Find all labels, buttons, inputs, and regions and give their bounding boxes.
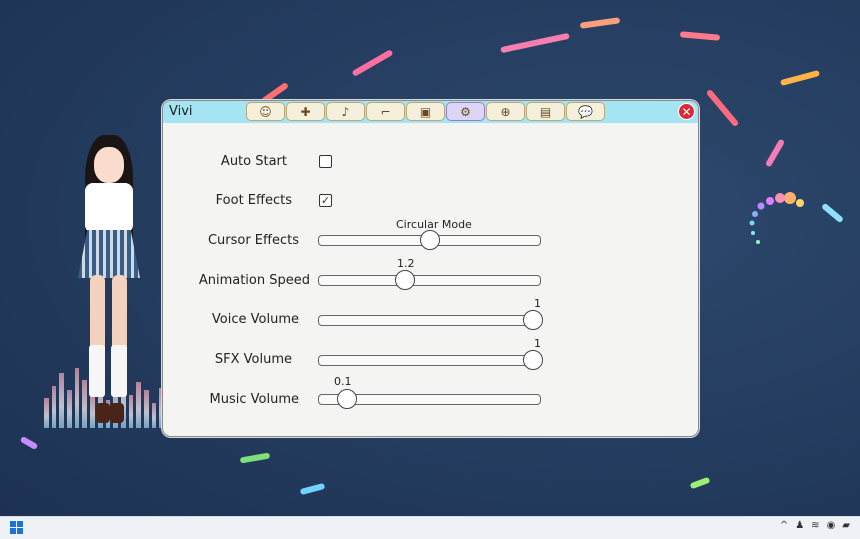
close-button[interactable]: ✕ <box>678 103 695 120</box>
confetti-streak <box>705 88 740 128</box>
confetti-streak <box>19 435 39 451</box>
foot-effects-checkbox[interactable]: ✓ <box>319 194 332 207</box>
bandage-icon: ✚ <box>300 104 311 119</box>
music-volume-label: Music Volume <box>209 392 299 407</box>
animation-speed-slider-thumb[interactable] <box>394 270 415 290</box>
sunglasses-icon: ⌐ <box>380 104 391 119</box>
tray-icon[interactable]: ♟ <box>795 520 804 531</box>
confetti-streak <box>239 452 271 464</box>
confetti-streak <box>351 49 394 77</box>
tab-frame-icon[interactable]: ▣ <box>406 102 445 121</box>
tray-icon[interactable]: ▰ <box>842 520 850 531</box>
confetti-streak <box>500 32 570 54</box>
music-note-icon: ♪ <box>341 104 350 119</box>
voice-volume-label: Voice Volume <box>211 312 299 327</box>
tab-globe-icon[interactable]: ⊕ <box>486 102 525 121</box>
tab-bandage-icon[interactable]: ✚ <box>286 102 325 121</box>
confetti-streak <box>679 31 721 41</box>
cursor-effects-slider-thumb[interactable] <box>419 230 440 250</box>
sfx-volume-slider-thumb[interactable] <box>523 350 543 370</box>
confetti-streak <box>579 17 621 29</box>
foot-effects-label: Foot Effects <box>215 193 292 208</box>
title-bar[interactable]: Vivi ☺ ✚ ♪ ⌐ ▣ ⚙ ⊕ ▤ 💬 ✕ <box>163 101 698 123</box>
character-portrait-icon: ☺ <box>259 104 272 119</box>
tab-notebook-icon[interactable]: ▤ <box>526 102 565 121</box>
globe-icon: ⊕ <box>500 104 511 119</box>
music-volume-value: 0.1 <box>334 375 352 388</box>
confetti-streak <box>820 202 845 224</box>
auto-start-label: Auto Start <box>220 154 287 169</box>
frame-icon: ▣ <box>419 104 432 119</box>
music-volume-slider-thumb[interactable] <box>336 389 357 409</box>
tab-sunglasses-icon[interactable]: ⌐ <box>366 102 405 121</box>
animation-speed-label: Animation Speed <box>198 273 310 288</box>
confetti-streak <box>764 138 786 168</box>
confetti-streak <box>689 476 711 490</box>
auto-start-checkbox[interactable] <box>319 155 332 168</box>
window-title: Vivi <box>169 104 193 119</box>
windows-start-icon[interactable] <box>10 521 23 534</box>
notebook-icon: ▤ <box>539 104 552 119</box>
dot-ring-effect <box>749 192 804 244</box>
tray-icon[interactable]: ^ <box>780 520 788 531</box>
animation-speed-value: 1.2 <box>397 257 415 270</box>
sfx-volume-value: 1 <box>534 337 541 350</box>
tab-speech-bubble-icon[interactable]: 💬 <box>566 102 605 121</box>
voice-volume-slider-thumb[interactable] <box>523 310 543 330</box>
animation-speed-slider[interactable] <box>318 275 541 286</box>
cursor-effects-label: Cursor Effects <box>207 233 299 248</box>
system-tray: ^ ♟ ≋ ◉ ▰ <box>780 520 850 531</box>
sfx-volume-slider[interactable] <box>318 355 541 366</box>
settings-window: Vivi ☺ ✚ ♪ ⌐ ▣ ⚙ ⊕ ▤ 💬 ✕ Auto Start Foot Effects… <box>162 100 699 437</box>
tab-character-portrait-icon[interactable]: ☺ <box>246 102 285 121</box>
sfx-volume-label: SFX Volume <box>214 352 292 367</box>
desktop-character[interactable] <box>70 135 150 430</box>
tab-bar: ☺ ✚ ♪ ⌐ ▣ ⚙ ⊕ ▤ 💬 <box>246 102 605 121</box>
gear-icon: ⚙ <box>460 104 471 119</box>
cursor-effects-value: Circular Mode <box>396 218 472 231</box>
confetti-streak <box>779 69 821 87</box>
tab-gear-icon[interactable]: ⚙ <box>446 102 485 121</box>
confetti-streak <box>299 482 326 496</box>
tray-icon[interactable]: ≋ <box>811 520 819 531</box>
tray-icon[interactable]: ◉ <box>827 520 836 531</box>
speech-bubble-icon: 💬 <box>578 104 593 119</box>
voice-volume-slider[interactable] <box>318 315 541 326</box>
taskbar: ^ ♟ ≋ ◉ ▰ <box>0 516 860 539</box>
voice-volume-value: 1 <box>534 297 541 310</box>
tab-music-note-icon[interactable]: ♪ <box>326 102 365 121</box>
